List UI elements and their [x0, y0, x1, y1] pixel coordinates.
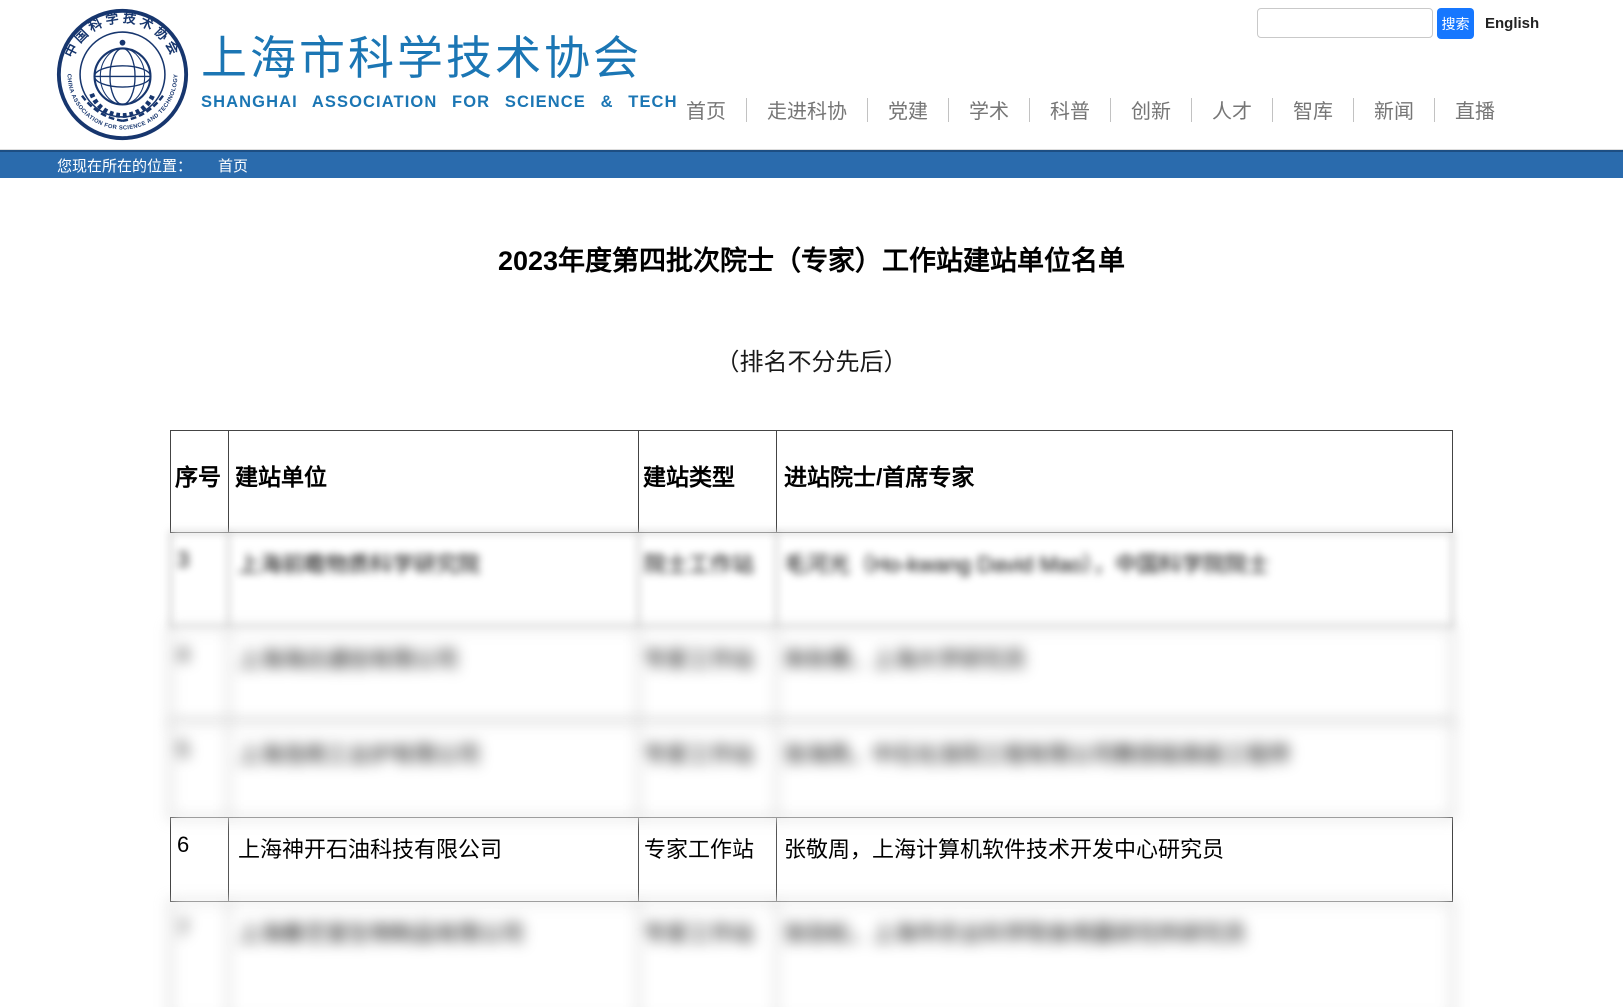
table-row: 3 上海前瞻物质科学研究院 院士工作站 毛河光（Ho-kwang David M… [170, 532, 1453, 628]
cell-no: 6 [171, 818, 229, 901]
col-header-unit: 建站单位 [229, 431, 639, 532]
cell-no: 5 [171, 723, 229, 817]
col-header-type: 建站类型 [639, 431, 777, 532]
nav-item-5[interactable]: 创新 [1111, 95, 1191, 124]
nav-item-4[interactable]: 科普 [1030, 95, 1110, 124]
cell-unit: 上海神开石油科技有限公司 [229, 818, 639, 901]
table-body: 3 上海前瞻物质科学研究院 院士工作站 毛河光（Ho-kwang David M… [170, 532, 1453, 1007]
cell-no: 7 [171, 902, 229, 1007]
cell-expert: 张劲松，上海市农业科学院食用菌研究所研究员 [777, 902, 1452, 1007]
nav-item-0[interactable]: 首页 [666, 95, 746, 124]
cell-type: 专家工作站 [639, 628, 777, 722]
site-title: 上海市科学技术协会 [201, 33, 678, 84]
cell-expert: 张海燕，中石化洛阳工程有限公司教授级高级工程师 [777, 723, 1452, 817]
cell-expert: 毛河光（Ho-kwang David Mao），中国科学院院士 [777, 533, 1452, 627]
search-button[interactable]: 搜索 [1437, 8, 1474, 39]
search-input[interactable] [1257, 8, 1433, 38]
col-header-no: 序号 [171, 431, 229, 532]
english-link[interactable]: English [1485, 15, 1539, 32]
breadcrumb-home-link[interactable]: 首页 [218, 155, 248, 176]
table-row: 6 上海神开石油科技有限公司 专家工作站 张敬周，上海计算机软件技术开发中心研究… [170, 817, 1453, 902]
cell-type: 专家工作站 [639, 902, 777, 1007]
cell-type: 专家工作站 [639, 818, 777, 901]
site-header: 中国科学技术协会 CHINA ASSOCIATION FOR SCIENCE A… [0, 0, 1623, 150]
table-row: 5 上海浩用工业炉有限公司 专家工作站 张海燕，中石化洛阳工程有限公司教授级高级… [170, 722, 1453, 818]
nav-item-7[interactable]: 智库 [1273, 95, 1353, 124]
cell-expert: 朱秋棵，上海大学研究员 [777, 628, 1452, 722]
nav-item-3[interactable]: 学术 [949, 95, 1029, 124]
cell-unit: 上海海达通信有限公司 [229, 628, 639, 722]
cell-unit: 上海春芝堂生物制品有限公司 [229, 902, 639, 1007]
page-title: 2023年度第四批次院士（专家）工作站建站单位名单 [0, 239, 1623, 278]
main-nav: 首页走进科协党建学术科普创新人才智库新闻直播 [666, 95, 1515, 124]
table-row: 4 上海海达通信有限公司 专家工作站 朱秋棵，上海大学研究员 [170, 627, 1453, 723]
nav-item-9[interactable]: 直播 [1435, 95, 1515, 124]
workstation-table: 序号 建站单位 建站类型 进站院士/首席专家 3 上海前瞻物质科学研究院 院士工… [170, 430, 1453, 1007]
breadcrumb: 您现在所在的位置： 首页 [0, 150, 1623, 178]
nav-item-6[interactable]: 人才 [1192, 95, 1272, 124]
cell-no: 3 [171, 533, 229, 627]
col-header-expert: 进站院士/首席专家 [777, 431, 1452, 532]
site-brand: 上海市科学技术协会 SHANGHAI ASSOCIATION FOR SCIEN… [201, 33, 678, 112]
cast-seal-logo: 中国科学技术协会 CHINA ASSOCIATION FOR SCIENCE A… [55, 7, 190, 142]
nav-item-1[interactable]: 走进科协 [747, 95, 867, 124]
table-header-row: 序号 建站单位 建站类型 进站院士/首席专家 [170, 430, 1453, 533]
cell-unit: 上海浩用工业炉有限公司 [229, 723, 639, 817]
cell-type: 院士工作站 [639, 533, 777, 627]
cell-expert: 张敬周，上海计算机软件技术开发中心研究员 [777, 818, 1452, 901]
table-row: 7 上海春芝堂生物制品有限公司 专家工作站 张劲松，上海市农业科学院食用菌研究所… [170, 901, 1453, 1007]
nav-item-8[interactable]: 新闻 [1354, 95, 1434, 124]
site-subtitle: SHANGHAI ASSOCIATION FOR SCIENCE & TECH [201, 93, 678, 112]
cell-unit: 上海前瞻物质科学研究院 [229, 533, 639, 627]
cell-type: 专家工作站 [639, 723, 777, 817]
nav-item-2[interactable]: 党建 [868, 95, 948, 124]
breadcrumb-label: 您现在所在的位置： [57, 155, 192, 176]
seal-dot-icon [120, 40, 126, 46]
page-subtitle: （排名不分先后） [0, 342, 1623, 377]
cell-no: 4 [171, 628, 229, 722]
main-content: 2023年度第四批次院士（专家）工作站建站单位名单 （排名不分先后） 序号 建站… [0, 239, 1623, 1007]
